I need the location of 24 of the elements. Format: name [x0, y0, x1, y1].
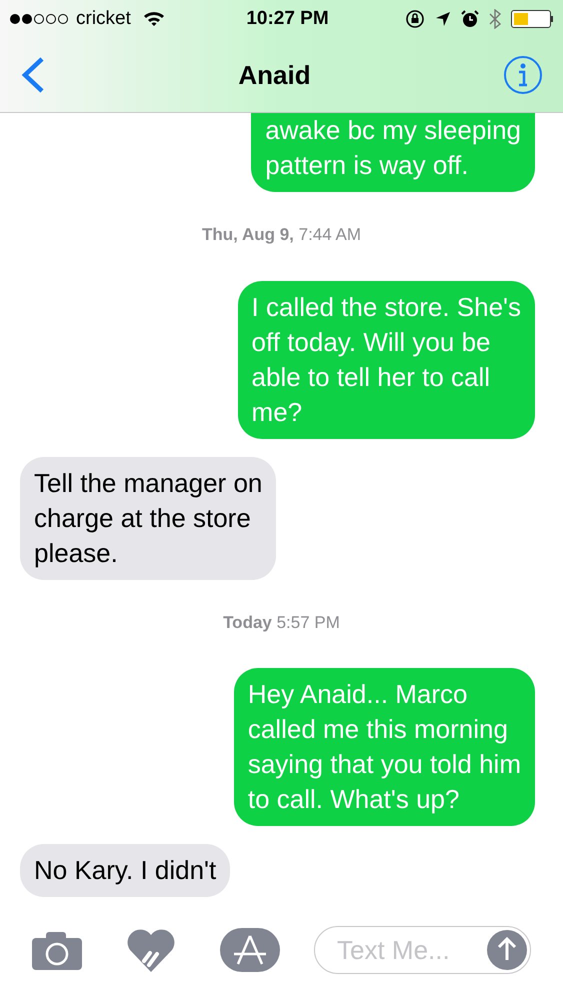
message-field[interactable]: Text Me... — [314, 926, 531, 974]
sent-message: Hey Anaid... Marco called me this morning saying that you told him to call. What's up? — [234, 668, 535, 826]
alarm-clock-icon — [461, 10, 479, 28]
sent-message: I called the store. She's off today. Will you be able to tell her to call me? — [238, 280, 535, 438]
heart-touch-icon[interactable] — [126, 928, 176, 972]
send-icon[interactable] — [487, 930, 527, 970]
info-icon[interactable] — [503, 55, 543, 95]
clock-time: 10:27 PM — [245, 6, 330, 31]
app-store-icon[interactable] — [220, 928, 280, 972]
battery-icon — [511, 10, 553, 28]
location-arrow-icon — [435, 11, 451, 27]
bluetooth-icon — [489, 9, 501, 29]
received-message: Tell the manager on charge at the store please. — [20, 456, 276, 580]
signal-icon — [10, 14, 68, 24]
conversation-title: Anaid — [237, 58, 312, 92]
wifi-icon — [142, 11, 165, 27]
received-message: No Kary. I didn't — [20, 844, 230, 897]
sent-message: awake bc my sleeping pattern is way off. — [251, 113, 535, 192]
back-icon[interactable] — [20, 56, 46, 94]
rotation-lock-icon — [405, 9, 425, 29]
timestamp: Today 5:57 PM — [223, 612, 340, 634]
carrier-name: cricket — [76, 6, 131, 31]
timestamp: Thu, Aug 9, 7:44 AM — [202, 224, 362, 246]
camera-icon[interactable] — [32, 930, 82, 970]
